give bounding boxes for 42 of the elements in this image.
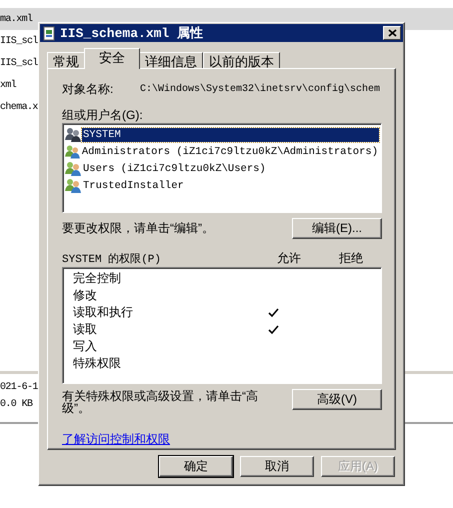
tab[interactable]: 以前的版本 xyxy=(203,52,280,69)
object-path: C:\Windows\System32\inetsrv\config\schem xyxy=(140,84,380,94)
edit-button[interactable]: 编辑(E)... xyxy=(292,218,382,239)
user-item[interactable]: Administrators (iZ1ci7c9ltzu0kZ\Administrators) xyxy=(80,144,379,158)
close-button[interactable] xyxy=(383,26,401,40)
user-item[interactable]: TrustedInstaller xyxy=(82,178,185,192)
users-icon xyxy=(65,178,81,193)
hint-text: 有关特殊权限或高级设置，请单击“高级”。 xyxy=(62,390,259,414)
file-name[interactable]: ma.xml xyxy=(0,14,32,24)
users-icon xyxy=(65,127,81,142)
dialog-button[interactable]: 取消 xyxy=(240,456,314,477)
users-icon xyxy=(65,144,80,159)
permission-name: 读取和执行 xyxy=(73,304,134,321)
help-link[interactable]: 了解访问控制和权限 xyxy=(62,431,170,448)
advanced-button[interactable]: 高级(V) xyxy=(292,389,382,410)
permission-name: 完全控制 xyxy=(73,270,122,287)
file-name[interactable]: IIS_scl xyxy=(0,58,38,68)
column-header: 允许 xyxy=(276,250,302,266)
tab[interactable]: 详细信息 xyxy=(139,52,203,69)
close-icon xyxy=(388,29,396,37)
permission-name: 特殊权限 xyxy=(73,355,122,372)
detail-text: 0.0 KB xyxy=(0,399,32,412)
file-name[interactable]: xml xyxy=(0,80,16,90)
permission-name: 读取 xyxy=(73,321,98,338)
permission-name: 修改 xyxy=(73,287,98,304)
permissions-label: SYSTEM 的权限(P) xyxy=(62,252,162,266)
document-icon xyxy=(42,26,56,40)
hint-text: 要更改权限，请单击“编辑”。 xyxy=(62,220,214,237)
dialog-button[interactable]: 确定 xyxy=(159,456,233,477)
field-label: 对象名称: xyxy=(62,80,114,98)
tab[interactable]: 安全 xyxy=(84,48,140,69)
file-name[interactable]: IIS_scl xyxy=(0,36,38,46)
list-label: 组或用户名(G): xyxy=(62,107,144,123)
user-list[interactable]: SYSTEM Administrators (iZ1ci7c9ltzu0kZ\Administrators) Users (iZ1ci7c9ltzu0kZ\Users) TrustedInstaller xyxy=(62,123,382,213)
user-item[interactable]: Users (iZ1ci7c9ltzu0kZ\Users) xyxy=(82,162,267,176)
tab[interactable]: 常规 xyxy=(47,52,85,69)
detail-text: 021-6-1 xyxy=(0,382,38,395)
column-header: 拒绝 xyxy=(338,250,364,266)
file-name[interactable]: chema.x xyxy=(0,102,38,112)
user-item[interactable]: SYSTEM xyxy=(82,128,379,142)
users-icon xyxy=(65,161,81,176)
permission-name: 写入 xyxy=(73,338,98,355)
